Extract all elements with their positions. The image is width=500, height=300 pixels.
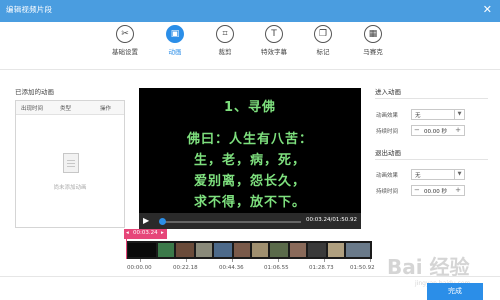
timeline-thumbnail xyxy=(214,243,232,257)
exit-animation-title: 退出动画 xyxy=(375,149,401,157)
chevron-right-icon[interactable]: ▸ xyxy=(161,230,164,236)
select-value: 无 xyxy=(415,113,421,119)
stepper-value: 00.00 秒 xyxy=(424,189,447,195)
enter-effect-select[interactable]: 无 ▼ xyxy=(411,109,465,120)
subtitle-line: 生，老，病，死， xyxy=(193,153,306,168)
stepper-value: 00.00 秒 xyxy=(424,129,447,135)
ruler-label: 00:44.36 xyxy=(219,265,244,271)
ruler-tick xyxy=(140,259,141,262)
play-icon[interactable]: ▶ xyxy=(143,216,149,225)
bookmark-icon: ❐ xyxy=(314,25,332,43)
animation-list: 出现时间 类型 操作 尚未添加动画 xyxy=(15,100,125,228)
tab-basic-settings[interactable]: ✂ 基础设置 xyxy=(105,25,145,56)
empty-state-text: 尚未添加动画 xyxy=(53,185,87,191)
mosaic-icon: ▦ xyxy=(364,25,382,43)
column-header-type: 类型 xyxy=(60,106,72,112)
section-divider xyxy=(375,98,488,99)
ruler-label: 00:22.18 xyxy=(173,265,198,271)
video-preview: 1、寻佛 佛曰：人生有八苦： 生，老，病，死， 爱别离，怨长久， 求不得，放不下… xyxy=(139,88,361,213)
timeline-thumbnail xyxy=(308,243,326,257)
enter-effect-label: 动画效果 xyxy=(376,113,399,119)
exit-effect-select[interactable]: 无 ▼ xyxy=(411,169,465,180)
tab-label: 基础设置 xyxy=(112,48,138,56)
ruler-tick xyxy=(232,259,233,262)
playback-time: 00:03.24/01:50.92 xyxy=(305,217,357,223)
ruler-tick xyxy=(278,259,279,262)
timeline-thumbnail xyxy=(128,243,156,257)
ruler-label: 01:06.55 xyxy=(264,265,289,271)
tab-marker[interactable]: ❐ 标记 xyxy=(303,25,343,56)
marker-time: 00:03.24 xyxy=(133,230,158,236)
timeline-thumbnail xyxy=(346,243,370,257)
subtitle-line: 1、寻佛 xyxy=(223,100,277,115)
subtitle-line: 爱别离，怨长久， xyxy=(193,174,306,189)
ruler-label: 01:28.73 xyxy=(309,265,334,271)
tab-label: 马赛克 xyxy=(363,48,383,56)
added-animations-title: 已添加的动画 xyxy=(15,88,54,96)
column-header-time: 出现时间 xyxy=(21,106,44,112)
timeline-thumbnail xyxy=(252,243,268,257)
toolbar: ✂ 基础设置 ▣ 动画 ⌗ 裁剪 T 特效字幕 ❐ 标记 ▦ 马赛克 xyxy=(0,22,500,62)
exit-duration-stepper[interactable]: − 00.00 秒 + xyxy=(411,185,465,196)
section-divider xyxy=(375,159,488,160)
timeline-thumbnail xyxy=(328,243,344,257)
exit-effect-label: 动画效果 xyxy=(376,173,399,179)
chevron-left-icon[interactable]: ◂ xyxy=(126,230,129,236)
tab-crop[interactable]: ⌗ 裁剪 xyxy=(205,25,245,56)
playhead-line[interactable] xyxy=(126,239,127,259)
footer-divider xyxy=(0,276,500,277)
tab-label: 特效字幕 xyxy=(261,48,287,56)
tab-label: 标记 xyxy=(316,48,330,56)
subtitle-line: 求不得，放不下。 xyxy=(193,195,306,210)
enter-duration-stepper[interactable]: − 00.00 秒 + xyxy=(411,125,465,136)
minus-icon[interactable]: − xyxy=(414,126,420,134)
ruler-label: 01:50.92 xyxy=(350,265,375,271)
exit-duration-label: 持续时间 xyxy=(376,189,399,195)
chevron-down-icon: ▼ xyxy=(454,110,464,119)
ruler-tick xyxy=(370,259,371,262)
empty-document-icon xyxy=(63,153,79,173)
enter-animation-title: 进入动画 xyxy=(375,88,401,96)
tab-mosaic[interactable]: ▦ 马赛克 xyxy=(353,25,393,56)
timeline-ruler xyxy=(126,259,372,263)
crop-icon: ⌗ xyxy=(216,25,234,43)
ruler-tick xyxy=(324,259,325,262)
close-icon[interactable]: ✕ xyxy=(483,3,492,17)
seek-track[interactable] xyxy=(161,221,301,223)
plus-icon[interactable]: + xyxy=(455,126,461,134)
ruler-label: 00:00.00 xyxy=(127,265,152,271)
seek-handle[interactable] xyxy=(159,218,166,225)
timeline-thumbnail xyxy=(270,243,288,257)
toolbar-divider xyxy=(0,69,500,70)
tab-effect-subtitle[interactable]: T 特效字幕 xyxy=(254,25,294,56)
subtitle-line: 佛曰：人生有八苦： xyxy=(186,132,313,147)
enter-duration-label: 持续时间 xyxy=(376,129,399,135)
list-header: 出现时间 类型 操作 xyxy=(16,101,124,115)
scissors-icon: ✂ xyxy=(116,25,134,43)
title-bar: 编辑视频片段 ✕ xyxy=(0,0,500,22)
tab-animation[interactable]: ▣ 动画 xyxy=(155,25,195,56)
plus-icon[interactable]: + xyxy=(455,186,461,194)
column-header-action: 操作 xyxy=(100,106,112,112)
done-button[interactable]: 完成 xyxy=(427,283,483,300)
ruler-tick xyxy=(186,259,187,262)
tab-label: 裁剪 xyxy=(218,48,232,56)
timeline-strip[interactable] xyxy=(126,241,372,259)
minus-icon[interactable]: − xyxy=(414,186,420,194)
timeline-thumbnail xyxy=(158,243,174,257)
select-value: 无 xyxy=(415,173,421,179)
text-icon: T xyxy=(265,25,283,43)
timeline-thumbnail xyxy=(196,243,212,257)
chevron-down-icon: ▼ xyxy=(454,170,464,179)
timeline-thumbnail xyxy=(290,243,306,257)
timeline-marker[interactable]: ◂ 00:03.24 ▸ xyxy=(124,229,167,239)
tab-label: 动画 xyxy=(168,48,182,56)
animation-icon: ▣ xyxy=(166,25,184,43)
timeline-thumbnail xyxy=(234,243,250,257)
timeline-thumbnail xyxy=(176,243,194,257)
playback-controls: ▶ 00:03.24/01:50.92 xyxy=(139,213,361,229)
window-title: 编辑视频片段 xyxy=(6,5,53,14)
